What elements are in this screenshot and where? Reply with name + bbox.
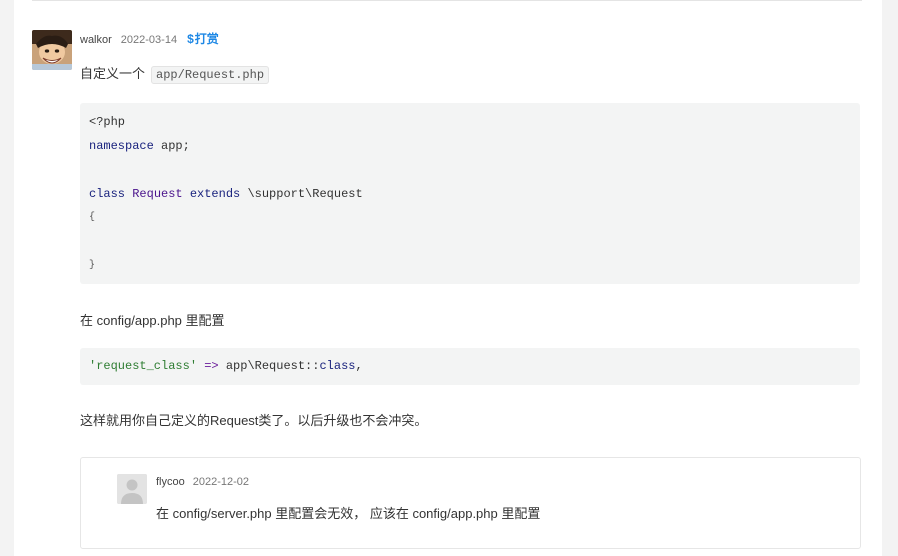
code-line: class Request extends \support\Request bbox=[89, 187, 363, 201]
reply-comment: flycoo 2022-12-02 在 config/server.php 里配置… bbox=[80, 457, 861, 549]
code-line: <?php bbox=[89, 115, 126, 129]
reply-author[interactable]: flycoo bbox=[156, 476, 185, 488]
code-block-request-class: <?php namespace app; class Request exten… bbox=[80, 103, 860, 284]
code-line: namespace app; bbox=[89, 139, 190, 153]
post-author[interactable]: walkor bbox=[80, 34, 112, 46]
config-paragraph: 在 config/app.php 里配置 bbox=[80, 313, 225, 328]
tip-button[interactable]: $打赏 bbox=[187, 32, 219, 46]
reply-meta: flycoo 2022-12-02 bbox=[156, 476, 249, 488]
code-line: } bbox=[89, 260, 96, 271]
code-line: { bbox=[89, 212, 96, 223]
outro-paragraph: 这样就用你自己定义的Request类了。以后升级也不会冲突。 bbox=[80, 413, 428, 428]
avatar-image bbox=[32, 30, 72, 70]
post-avatar[interactable] bbox=[32, 30, 72, 70]
reply-date: 2022-12-02 bbox=[192, 476, 250, 488]
code-line: 'request_class' => app\Request::class, bbox=[89, 359, 363, 373]
post-meta: walkor 2022-03-14 $打赏 bbox=[80, 30, 219, 47]
tip-label: 打赏 bbox=[194, 32, 219, 46]
dollar-icon: $ bbox=[187, 32, 194, 46]
code-block-config: 'request_class' => app\Request::class, bbox=[80, 348, 860, 385]
reply-avatar[interactable] bbox=[117, 474, 147, 504]
inline-code-filename: app/Request.php bbox=[151, 66, 270, 84]
post-date: 2022-03-14 bbox=[120, 34, 178, 46]
intro-paragraph: 自定义一个 app/Request.php bbox=[80, 63, 270, 84]
reply-text: 在 config/server.php 里配置会无效， 应该在 config/a… bbox=[156, 506, 541, 521]
default-user-icon bbox=[117, 474, 147, 504]
page: walkor 2022-03-14 $打赏 自定义一个 app/Request.php… bbox=[0, 0, 898, 556]
intro-text: 自定义一个 bbox=[80, 66, 146, 81]
divider bbox=[32, 0, 862, 1]
